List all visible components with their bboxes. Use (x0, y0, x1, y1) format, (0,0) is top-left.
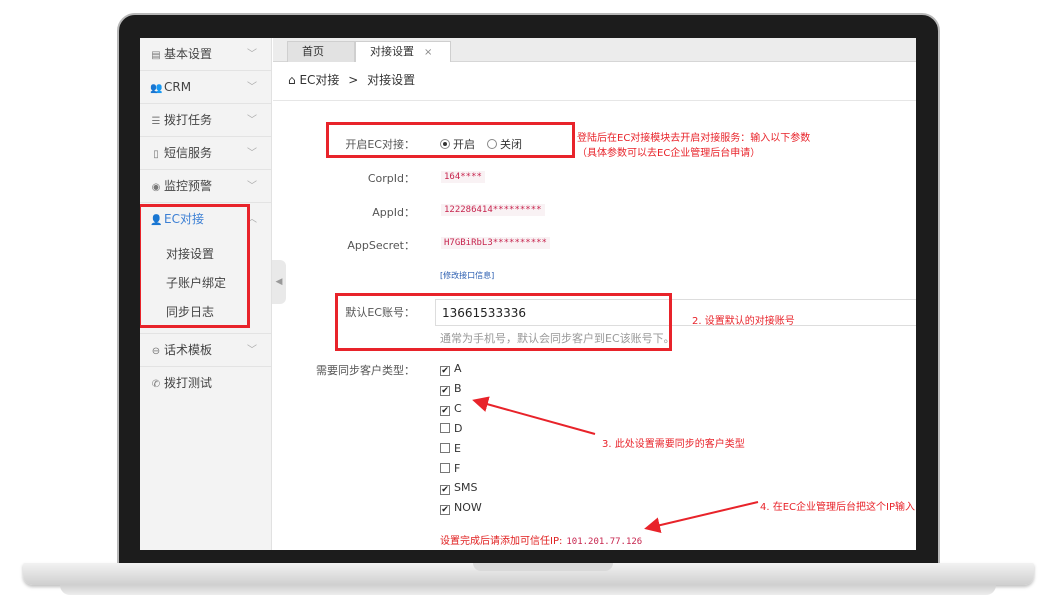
laptop-notch (473, 563, 613, 571)
arrow-4 (644, 501, 759, 534)
app-screen: ▤ 基本设置 ﹀ 👥 CRM ﹀ ☰ 拨打任务 ﹀ ▯ 短信服务 ﹀ ◉ 监控预警 ﹀ 👤 EC对接 ︿… (140, 38, 916, 550)
laptop-foot (60, 585, 996, 595)
laptop-mockup: ▤ 基本设置 ﹀ 👥 CRM ﹀ ☰ 拨打任务 ﹀ ▯ 短信服务 ﹀ ◉ 监控预警 ﹀ 👤 EC对接 ︿… (0, 0, 1056, 608)
annotation-arrows (472, 396, 759, 534)
laptop-base (23, 563, 1034, 585)
arrow-3 (472, 396, 596, 435)
